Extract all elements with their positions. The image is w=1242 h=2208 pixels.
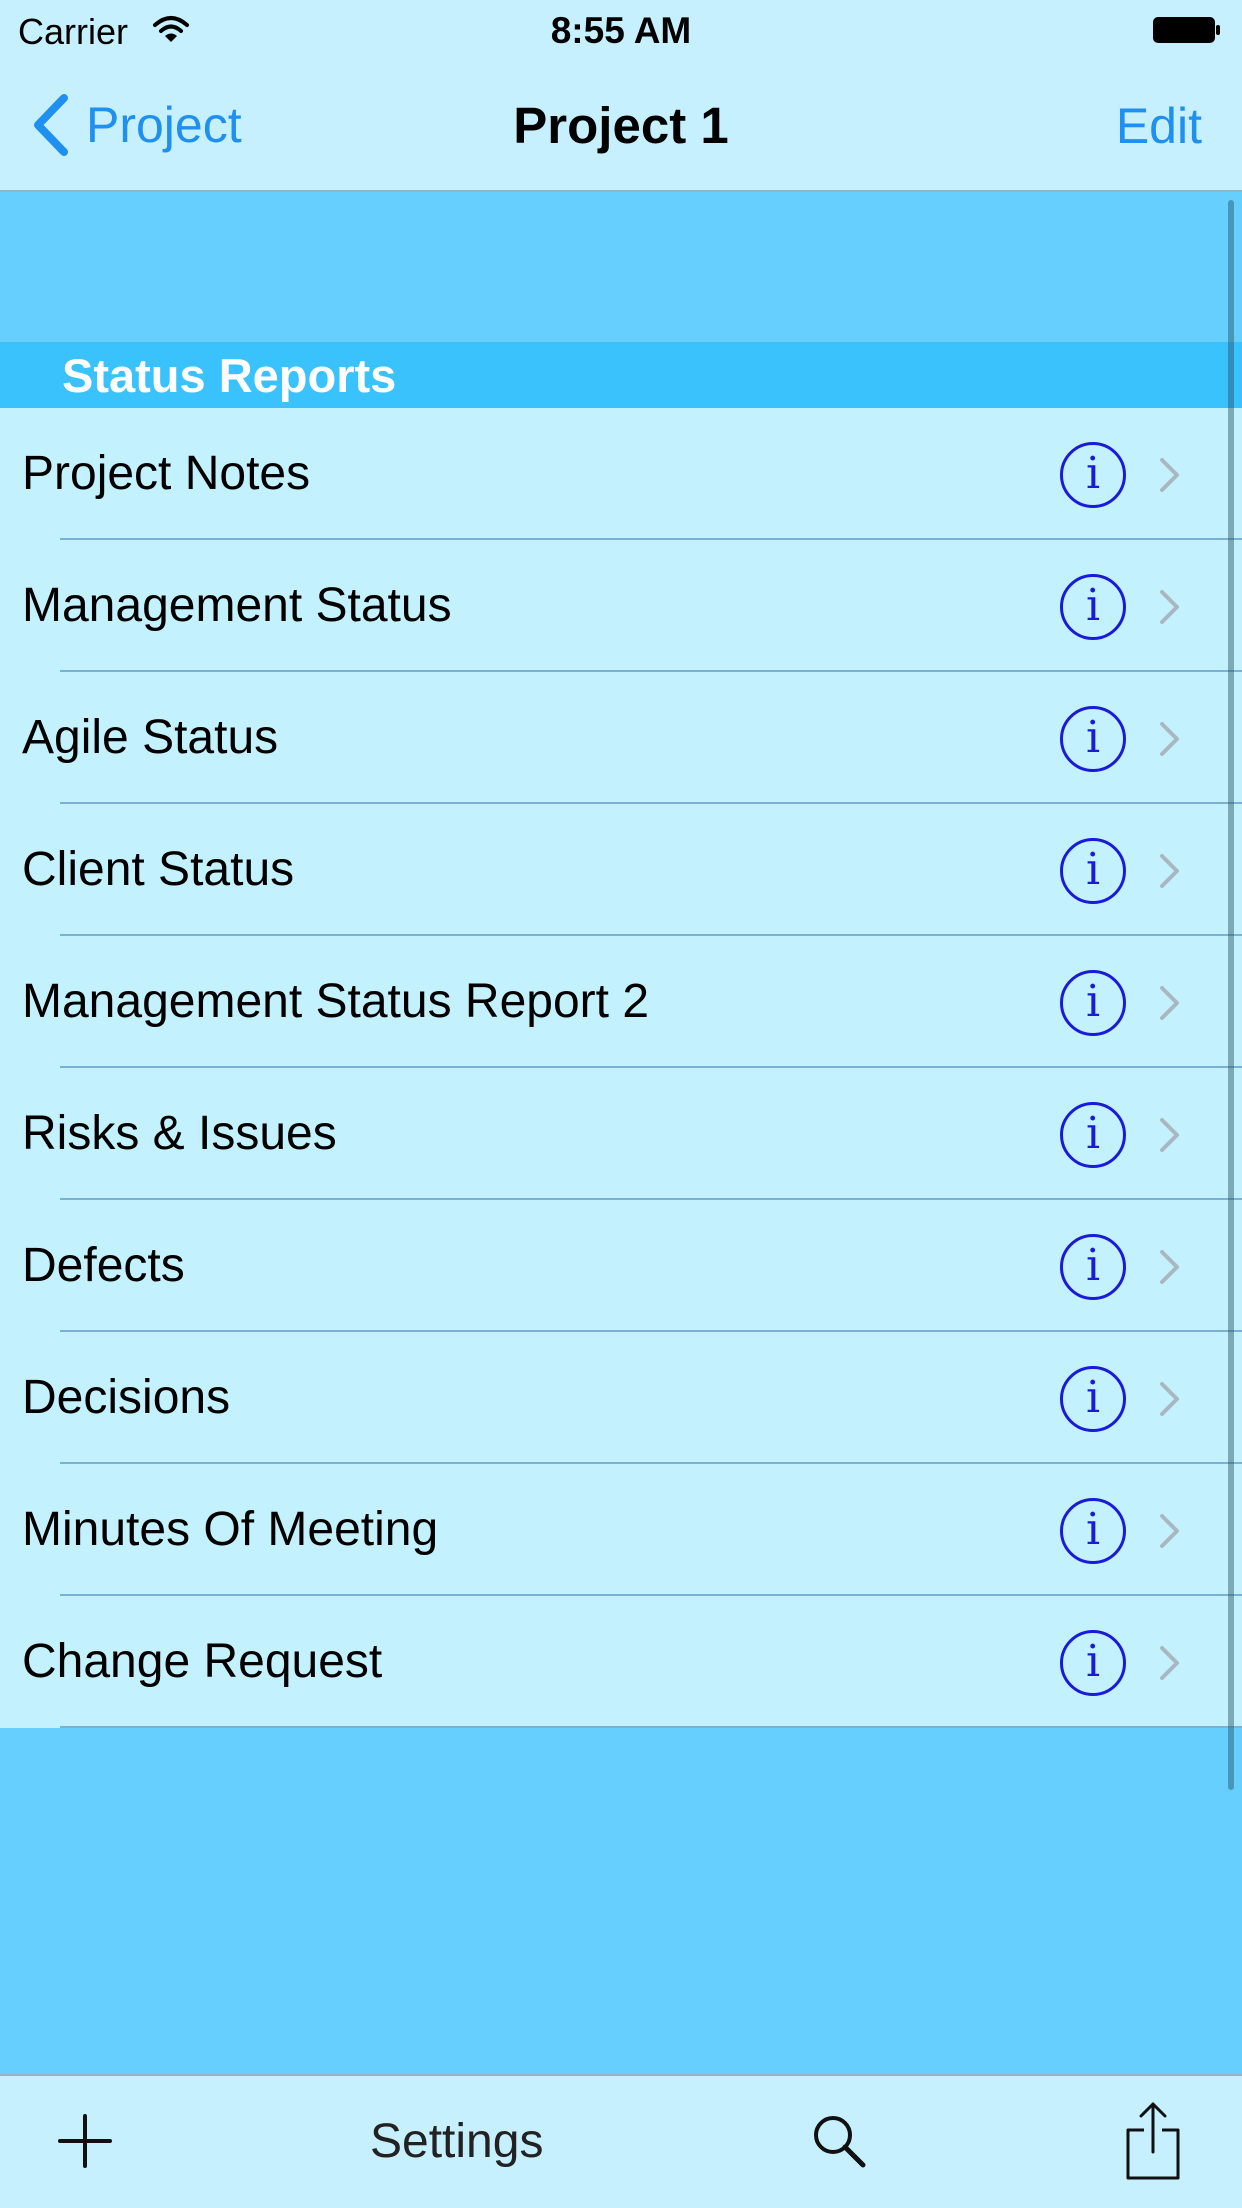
- settings-button[interactable]: Settings: [370, 2114, 543, 2170]
- chevron-right-icon: [1160, 458, 1179, 492]
- section-title: Status Reports: [62, 349, 397, 402]
- list-item[interactable]: Agile Status i: [0, 672, 1242, 804]
- scroll-indicator[interactable]: [1228, 200, 1234, 1790]
- chevron-right-icon: [1160, 986, 1179, 1020]
- chevron-right-icon: [1160, 1250, 1179, 1284]
- list-item[interactable]: Change Request i: [0, 1596, 1242, 1728]
- list-item-label: Minutes Of Meeting: [22, 1503, 439, 1556]
- info-icon[interactable]: i: [1060, 1366, 1126, 1432]
- status-time: 8:55 AM: [550, 10, 692, 51]
- chevron-right-icon: [1160, 1646, 1179, 1680]
- page-title: Project 1: [513, 97, 729, 154]
- section-header: Status Reports: [0, 342, 1242, 408]
- list-item-label: Agile Status: [22, 711, 279, 764]
- chevron-right-icon: [1160, 722, 1179, 756]
- status-report-list: Project Notes i Management Status i Agil…: [0, 408, 1242, 1728]
- list-item-label: Client Status: [22, 843, 295, 896]
- chevron-right-icon: [1160, 590, 1179, 624]
- list-item-label: Management Status Report 2: [22, 975, 650, 1028]
- info-icon[interactable]: i: [1060, 1102, 1126, 1168]
- info-icon[interactable]: i: [1060, 706, 1126, 772]
- info-icon[interactable]: i: [1060, 970, 1126, 1036]
- list-item-label: Management Status: [22, 579, 452, 632]
- list-item[interactable]: Client Status i: [0, 804, 1242, 936]
- info-icon[interactable]: i: [1060, 574, 1126, 640]
- list-item-label: Project Notes: [22, 447, 311, 500]
- info-icon[interactable]: i: [1060, 442, 1126, 508]
- chevron-right-icon: [1160, 1514, 1179, 1548]
- edit-button[interactable]: Edit: [1116, 96, 1202, 156]
- battery-icon: [1153, 17, 1220, 43]
- navigation-bar: Project Project 1 Edit: [0, 60, 1242, 192]
- plus-icon[interactable]: [56, 2112, 114, 2170]
- row-separator: [60, 1726, 1242, 1728]
- bottom-toolbar: Settings: [0, 2074, 1242, 2208]
- list-item[interactable]: Minutes Of Meeting i: [0, 1464, 1242, 1596]
- chevron-right-icon: [1160, 1118, 1179, 1152]
- share-icon[interactable]: [1124, 2100, 1182, 2182]
- chevron-right-icon: [1160, 854, 1179, 888]
- list-item-label: Change Request: [22, 1635, 383, 1688]
- info-icon[interactable]: i: [1060, 1498, 1126, 1564]
- list-item-label: Risks & Issues: [22, 1107, 337, 1160]
- info-icon[interactable]: i: [1060, 1630, 1126, 1696]
- list-item-label: Decisions: [22, 1371, 231, 1424]
- list-item[interactable]: Defects i: [0, 1200, 1242, 1332]
- list-item[interactable]: Management Status Report 2 i: [0, 936, 1242, 1068]
- status-bar: Carrier 8:55 AM: [0, 0, 1242, 60]
- info-icon[interactable]: i: [1060, 1234, 1126, 1300]
- list-item[interactable]: Management Status i: [0, 540, 1242, 672]
- chevron-right-icon: [1160, 1382, 1179, 1416]
- search-icon[interactable]: [810, 2112, 868, 2170]
- list-item-label: Defects: [22, 1239, 185, 1292]
- list-item[interactable]: Risks & Issues i: [0, 1068, 1242, 1200]
- info-icon[interactable]: i: [1060, 838, 1126, 904]
- list-item[interactable]: Project Notes i: [0, 408, 1242, 540]
- list-item[interactable]: Decisions i: [0, 1332, 1242, 1464]
